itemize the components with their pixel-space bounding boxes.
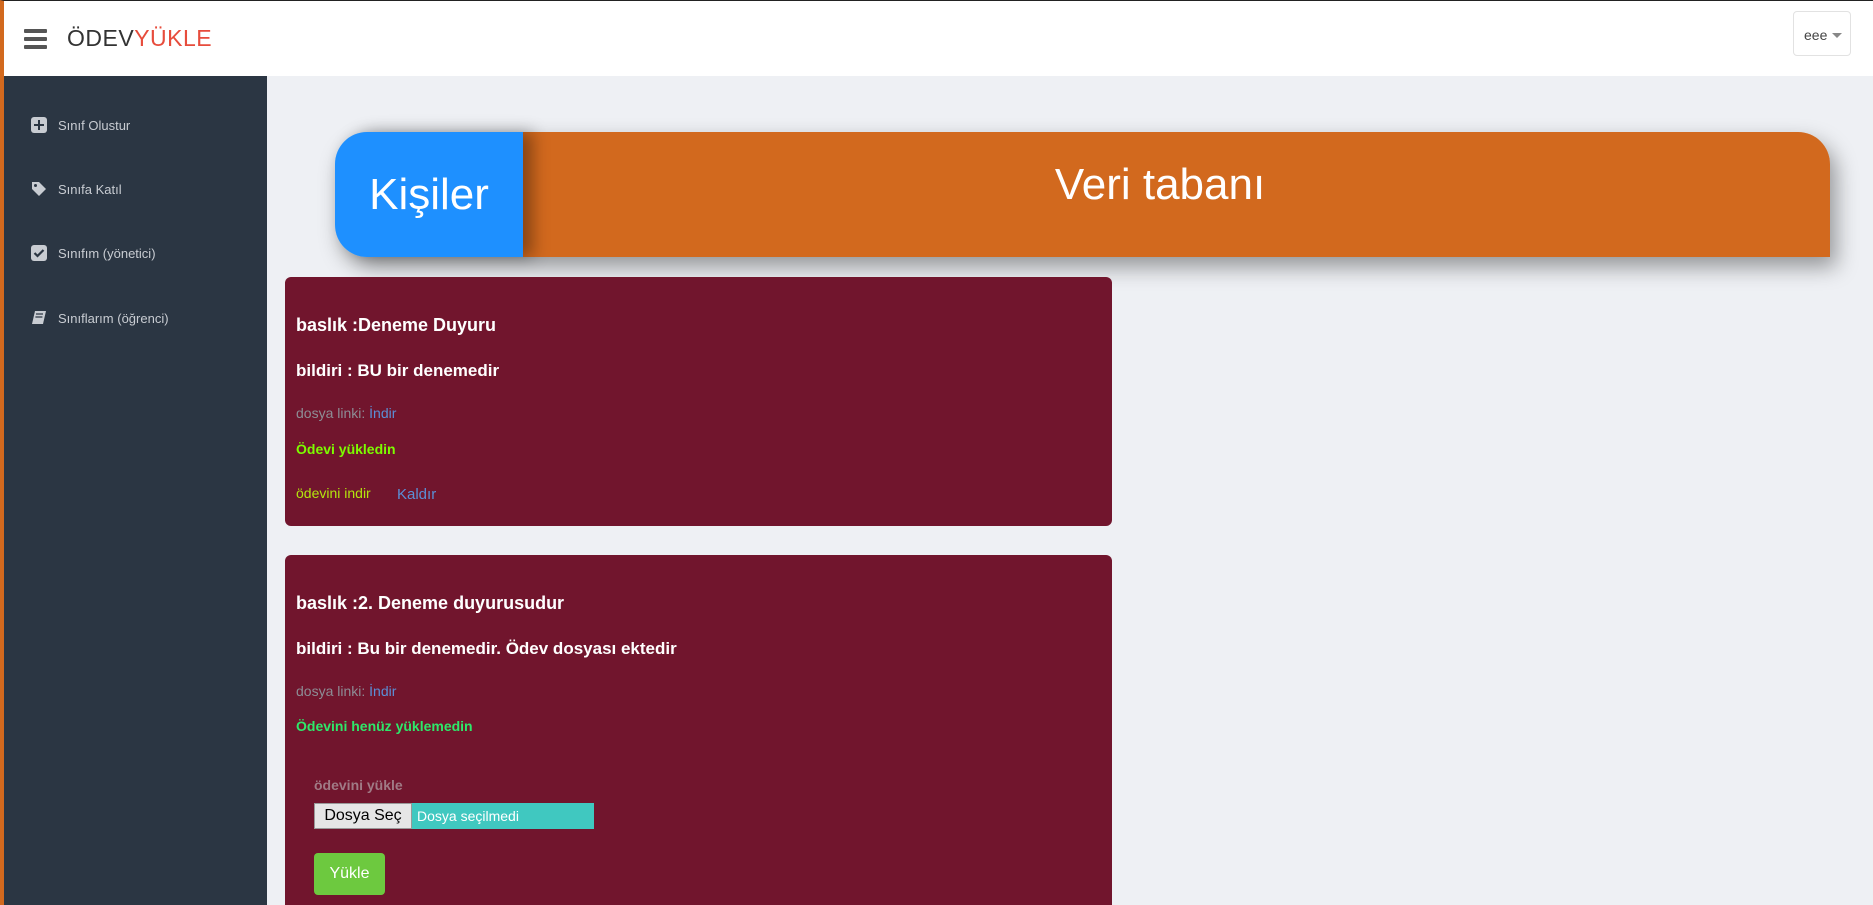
logo-part-2: YÜKLE [134, 25, 213, 51]
sidebar-item-label: Sınıfım (yönetici) [58, 245, 156, 261]
sidebar: Sınıf Olustur Sınıfa Katıl Sınıfım (yöne… [0, 76, 267, 905]
book-icon [30, 309, 48, 327]
choose-file-button[interactable]: Dosya Seç [314, 803, 412, 829]
upload-status: Ödevi yükledin [296, 441, 396, 457]
upload-label: ödevini yükle [314, 777, 403, 793]
sidebar-item-my-class-admin[interactable]: Sınıfım (yönetici) [30, 241, 156, 265]
sidebar-item-create-class[interactable]: Sınıf Olustur [30, 113, 130, 137]
file-link-line: dosya linki: İndir [296, 683, 396, 699]
announcement-card: baslık :2. Deneme duyurusudur bildiri : … [285, 555, 1112, 905]
chevron-down-icon [1832, 33, 1842, 38]
file-link-label: dosya linki: [296, 405, 366, 421]
banner-database-label: Veri tabanı [1054, 160, 1266, 209]
banner-people-label: Kişiler [369, 169, 489, 219]
download-link[interactable]: İndir [369, 683, 396, 699]
file-input[interactable]: Dosya Seç Dosya seçilmedi [314, 803, 594, 829]
upload-submit-button[interactable]: Yükle [314, 853, 385, 895]
upload-status: Ödevini henüz yüklemedin [296, 718, 473, 734]
file-link-label: dosya linki: [296, 683, 366, 699]
check-square-icon [30, 244, 48, 262]
card-body: bildiri : BU bir denemedir [296, 361, 500, 380]
banner-people[interactable]: Kişiler [335, 132, 523, 257]
tag-icon [30, 180, 48, 198]
sidebar-item-my-classes-student[interactable]: Sınıflarım (öğrenci) [30, 306, 169, 330]
sidebar-item-label: Sınıf Olustur [58, 117, 131, 133]
user-menu-button[interactable]: eee [1793, 11, 1851, 56]
file-link-line: dosya linki: İndir [296, 405, 396, 421]
file-name-display: Dosya seçilmedi [412, 803, 594, 829]
remove-homework-link[interactable]: Kaldır [397, 486, 436, 503]
card-title: baslık :Deneme Duyuru [296, 315, 497, 335]
hamburger-menu-icon[interactable] [24, 29, 47, 49]
top-bar: ÖDEVYÜKLE eee [0, 0, 1873, 76]
card-title: baslık :2. Deneme duyurusudur [296, 593, 565, 613]
card-body: bildiri : Bu bir denemedir. Ödev dosyası… [296, 639, 677, 658]
logo-part-1: ÖDEV [67, 25, 135, 51]
sidebar-item-label: Sınıfa Katıl [58, 181, 122, 197]
sidebar-item-label: Sınıflarım (öğrenci) [58, 310, 169, 326]
announcement-card: baslık :Deneme Duyuru bildiri : BU bir d… [285, 277, 1112, 526]
app-logo[interactable]: ÖDEVYÜKLE [67, 25, 212, 52]
user-name: eee [1804, 27, 1828, 43]
banner-database[interactable]: Veri tabanı [500, 132, 1830, 257]
sidebar-item-join-class[interactable]: Sınıfa Katıl [30, 177, 122, 201]
download-link[interactable]: İndir [369, 405, 396, 421]
plus-square-icon [30, 116, 48, 134]
download-homework-link[interactable]: ödevini indir [296, 485, 371, 501]
